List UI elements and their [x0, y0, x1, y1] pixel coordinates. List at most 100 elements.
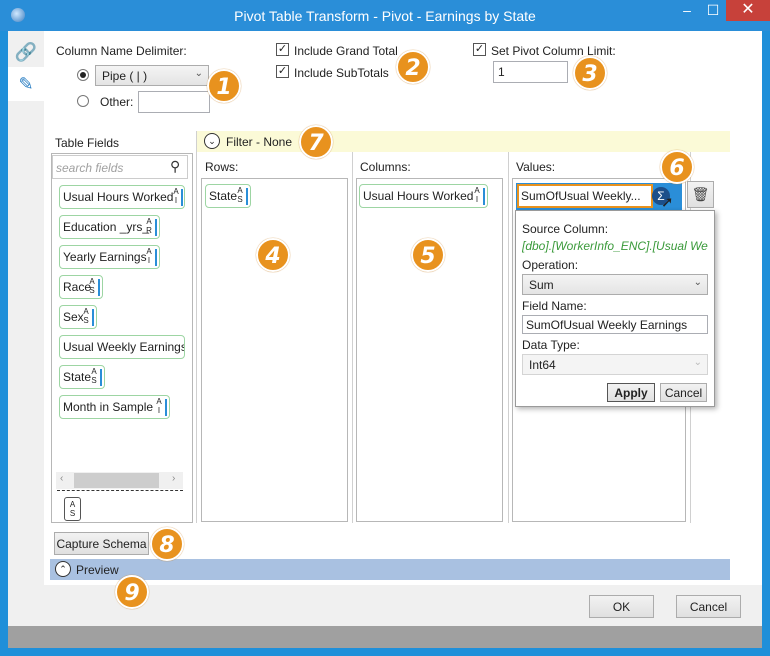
scroll-thumb[interactable]	[74, 473, 159, 488]
columns-field-label: Usual Hours Worked	[363, 189, 474, 203]
capture-schema-button[interactable]: Capture Schema	[54, 532, 149, 555]
cursor-icon: ➚	[661, 194, 674, 211]
field-item-label: Education _yrs_	[63, 220, 150, 234]
type-tag-bottom: I	[147, 256, 151, 265]
pipe-radio[interactable]	[77, 69, 89, 81]
preview-bar[interactable]	[50, 559, 730, 580]
type-tag-top: A	[146, 217, 152, 226]
pipe-select[interactable]: Pipe ( | ) ⌄	[95, 65, 209, 86]
type-tag-top: A	[83, 307, 89, 316]
grand-total-label: Include Grand Total	[294, 44, 398, 58]
other-input[interactable]	[138, 91, 210, 113]
link-icon[interactable]: 🔗	[8, 37, 44, 67]
step-badge: 1	[207, 69, 241, 103]
fields-scrollbar[interactable]: ‹ ›	[56, 472, 183, 489]
type-drop-box[interactable]: AS	[64, 497, 81, 521]
pencil-icon[interactable]: ✎	[8, 67, 44, 101]
type-tag-bottom: S	[237, 195, 243, 204]
field-item[interactable]: Education _yrs_ AR	[59, 215, 160, 239]
scroll-left-icon[interactable]: ‹	[60, 473, 63, 484]
type-tag: AS	[237, 186, 243, 204]
type-tag-top: A	[237, 186, 243, 195]
field-item-label: State	[63, 370, 92, 384]
divider	[508, 152, 509, 523]
rows-field-pill[interactable]: State AS	[205, 184, 251, 208]
field-item[interactable]: Race AS	[59, 275, 103, 299]
field-name-input[interactable]: SumOfUsual Weekly Earnings	[522, 315, 708, 334]
delimiter-label: Column Name Delimiter:	[56, 44, 187, 58]
field-item[interactable]: Month in Sample AI	[59, 395, 170, 419]
cancel-button[interactable]: Cancel	[676, 595, 741, 618]
type-tag: AR	[146, 217, 152, 235]
source-column-label: Source Column:	[522, 222, 609, 236]
type-tag-top: A	[156, 397, 162, 406]
columns-label: Columns:	[360, 160, 411, 174]
chevron-down-icon: ⌄	[693, 357, 702, 368]
ok-button[interactable]: OK	[589, 595, 654, 618]
field-item[interactable]: State AS	[59, 365, 105, 389]
field-item[interactable]: Yearly Earnings AI	[59, 245, 160, 269]
type-bar	[155, 219, 157, 236]
divider	[352, 152, 353, 523]
type-tag: AI	[146, 247, 152, 265]
type-bar	[100, 369, 102, 386]
other-radio[interactable]	[77, 95, 89, 107]
type-tag-top: A	[146, 247, 152, 256]
maximize-button[interactable]: ☐	[700, 0, 726, 21]
rows-label: Rows:	[205, 160, 239, 174]
field-item-label: Yearly Earnings	[63, 250, 147, 264]
search-icon[interactable]: ⚲	[170, 158, 180, 175]
field-item-label: Usual Weekly Earnings	[63, 340, 185, 354]
close-button[interactable]: ✕	[726, 0, 770, 21]
trash-icon[interactable]: 🗑	[687, 181, 714, 208]
chevron-down-icon: ⌄	[194, 68, 203, 79]
pivot-limit-checkbox[interactable]: ✓	[473, 43, 486, 56]
type-tag-top: A	[69, 500, 76, 509]
values-label: Values:	[516, 160, 556, 174]
scroll-right-icon[interactable]: ›	[172, 473, 175, 484]
field-item[interactable]: Sex AS	[59, 305, 97, 329]
data-type-select[interactable]: Int64 ⌄	[522, 354, 708, 375]
type-tag-bottom: S	[83, 316, 89, 325]
other-label: Other:	[100, 95, 134, 109]
popup-cancel-button[interactable]: Cancel	[660, 383, 707, 402]
step-badge: 3	[573, 56, 607, 90]
type-tag-bottom: R	[146, 226, 152, 235]
field-name-label: Field Name:	[522, 299, 587, 313]
type-tag: AI	[474, 186, 480, 204]
type-tag: AS	[91, 367, 97, 385]
subtotals-checkbox[interactable]: ✓	[276, 65, 289, 78]
search-fields-input[interactable]: search fields	[52, 155, 188, 179]
subtotals-label: Include SubTotals	[294, 66, 389, 80]
pivot-limit-input[interactable]: 1	[493, 61, 568, 83]
type-bar	[92, 309, 94, 326]
data-type-label: Data Type:	[522, 338, 580, 352]
side-tabs	[8, 31, 44, 626]
table-fields-title: Table Fields	[55, 136, 120, 150]
type-tag-bottom: I	[157, 406, 161, 415]
step-badge: 8	[150, 527, 184, 561]
type-bar	[98, 279, 100, 296]
operation-label: Operation:	[522, 258, 579, 272]
type-tag-bottom: I	[475, 195, 479, 204]
field-item[interactable]: Usual Hours Worked AI	[59, 185, 185, 209]
operation-select[interactable]: Sum ⌄	[522, 274, 708, 295]
step-badge: 4	[256, 238, 290, 272]
preview-label: Preview	[76, 563, 119, 577]
type-bar	[155, 249, 157, 266]
chevron-down-icon[interactable]: ⌄	[204, 133, 220, 149]
step-badge: 6	[660, 150, 694, 184]
field-item[interactable]: Usual Weekly Earnings AI	[59, 335, 185, 359]
grand-total-checkbox[interactable]: ✓	[276, 43, 289, 56]
columns-field-pill[interactable]: Usual Hours Worked AI	[359, 184, 488, 208]
rows-drop-zone[interactable]	[201, 178, 348, 522]
field-item-label: Sex	[63, 310, 84, 324]
divider	[196, 131, 197, 523]
type-tag-bottom: S	[69, 509, 76, 518]
chevron-up-icon[interactable]: ⌃	[55, 561, 71, 577]
step-badge: 7	[299, 125, 333, 159]
apply-button[interactable]: Apply	[607, 383, 655, 402]
rows-field-label: State	[209, 189, 238, 203]
columns-drop-zone[interactable]	[356, 178, 503, 522]
minimize-button[interactable]: –	[674, 0, 700, 21]
